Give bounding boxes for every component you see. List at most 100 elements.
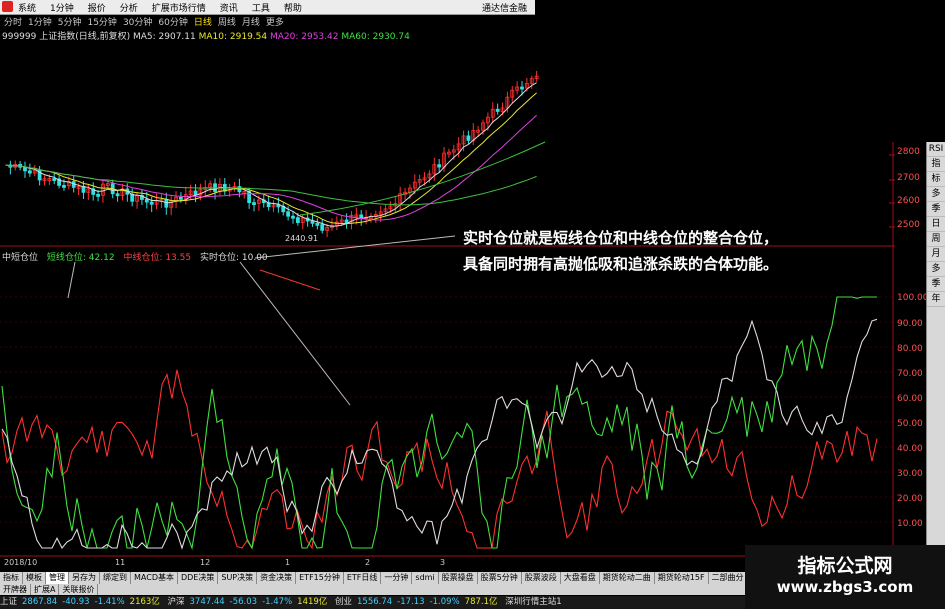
- indicator-tab[interactable]: 股票波段: [522, 572, 561, 584]
- indicator-tab[interactable]: 管理: [46, 572, 69, 584]
- date-label: 11: [115, 558, 126, 567]
- hs-vol: 1419亿: [297, 597, 328, 607]
- indicator-tab[interactable]: 模板: [23, 572, 46, 584]
- secondary-tab[interactable]: 关联报价: [59, 584, 99, 595]
- blank-area: [535, 0, 945, 142]
- moving-average-line: [5, 82, 537, 227]
- candle-body: [96, 194, 100, 197]
- candle-body: [495, 108, 500, 112]
- secondary-tab[interactable]: 扩展A: [31, 584, 60, 595]
- candle-body: [62, 185, 66, 188]
- oscillator-line: [259, 269, 321, 291]
- cy-change: -17.13: [397, 597, 425, 607]
- indicator-tab[interactable]: 期货轮动二曲: [600, 572, 655, 584]
- sub-tick: 40.00: [897, 444, 923, 454]
- indicator-tab[interactable]: 资金决策: [257, 572, 297, 584]
- real-position-label: 实时仓位: 10.00: [199, 253, 268, 263]
- candle-body: [23, 166, 27, 172]
- annotation-arrow: [67, 261, 76, 299]
- hs-change: -56.03: [229, 597, 258, 607]
- sub-tick: 30.00: [897, 469, 923, 479]
- toolbar-btn[interactable]: 指: [927, 157, 945, 172]
- secondary-tab[interactable]: 开牌器: [0, 584, 31, 595]
- sub-indicator-legend: 中短仓位 短线仓位: 42.12 中线仓位: 13.55 实时仓位: 10.00: [2, 250, 274, 263]
- indicator-tab[interactable]: 一分钟: [381, 572, 413, 584]
- indicator-tab[interactable]: 指标: [0, 572, 23, 584]
- candle-body: [291, 215, 295, 219]
- sh-pct: -1.41%: [94, 597, 125, 607]
- indicator-tab[interactable]: 股票操盘: [439, 572, 478, 584]
- candle-body: [466, 135, 471, 141]
- sub-tick: 90.00: [897, 319, 923, 329]
- sub-tick: 50.00: [897, 419, 923, 429]
- toolbar-btn[interactable]: 周: [927, 232, 945, 247]
- indicator-tab[interactable]: ETF15分钟: [296, 572, 344, 584]
- candle-body: [276, 204, 281, 208]
- candle-body: [144, 199, 149, 203]
- date-label: 3: [440, 558, 446, 567]
- toolbar-btn[interactable]: 标: [927, 172, 945, 187]
- indicator-tab[interactable]: 股票5分钟: [478, 572, 522, 584]
- indicator-tab[interactable]: 另存为: [69, 572, 100, 584]
- toolbar-btn[interactable]: 日: [927, 217, 945, 232]
- sh-label: 上证: [0, 597, 18, 607]
- date-label: 2018/10: [4, 558, 38, 567]
- indicator-tab[interactable]: 二部曲分: [709, 572, 748, 584]
- date-label: 1: [285, 558, 291, 567]
- price-tick: 2700: [897, 173, 920, 183]
- oscillator-line: [1, 296, 877, 551]
- toolbar-btn[interactable]: 月: [927, 247, 945, 262]
- cy-value: 1556.74: [357, 597, 393, 607]
- moving-average-line: [5, 114, 537, 221]
- indicator-tab[interactable]: SUP决策: [218, 572, 258, 584]
- indicator-tab[interactable]: sdmi: [412, 572, 439, 584]
- sub-tick: 10.00: [897, 519, 923, 529]
- toolbar-btn[interactable]: 季: [927, 277, 945, 292]
- watermark-url: www.zbgs3.com: [776, 578, 914, 596]
- sub-tick: 70.00: [897, 369, 923, 379]
- watermark-title: 指标公式网: [797, 555, 893, 577]
- server-status: 深圳行情主站1: [505, 597, 562, 607]
- cy-label: 创业: [335, 597, 353, 607]
- indicator-tab[interactable]: ETF日线: [344, 572, 382, 584]
- moving-average-line: [5, 164, 537, 206]
- candle-body: [52, 178, 57, 181]
- sub-title: 中短仓位: [2, 253, 39, 263]
- annotation-line-1: 实时仓位就是短线仓位和中线仓位的整合仓位，: [463, 229, 779, 247]
- indicator-tab[interactable]: 大盘看盘: [561, 572, 600, 584]
- price-tick: 2600: [897, 196, 920, 206]
- right-toolbar: RSI 指 标 多 季 日 周 月 多 季 年: [926, 142, 945, 547]
- indicator-tab[interactable]: DDE决策: [178, 572, 219, 584]
- watermark-box: 指标公式网 www.zbgs3.com: [745, 545, 945, 609]
- indicator-tab[interactable]: 期货轮动15F: [655, 572, 709, 584]
- candle-body: [115, 193, 120, 197]
- toolbar-btn[interactable]: 季: [927, 202, 945, 217]
- indicator-tab[interactable]: MACD基本: [131, 572, 178, 584]
- candle-body: [315, 222, 320, 226]
- toolbar-btn[interactable]: 多: [927, 187, 945, 202]
- indicator-tabs-secondary: 开牌器 扩展A 关联报价: [0, 584, 790, 595]
- price-tick: 2500: [897, 220, 920, 230]
- candle-body: [286, 211, 291, 217]
- annotation-text: 实时仓位就是短线仓位和中线仓位的整合仓位， 具备同时拥有高抛低吸和追涨杀跌的合体…: [463, 225, 778, 277]
- sub-tick: 60.00: [897, 394, 923, 404]
- toolbar-btn-rsi[interactable]: RSI: [927, 142, 945, 157]
- date-label: 2: [365, 558, 371, 567]
- toolbar-btn[interactable]: 年: [927, 292, 945, 307]
- candle-body: [27, 170, 32, 174]
- chart-canvas[interactable]: [0, 0, 945, 609]
- candle-body: [359, 214, 364, 219]
- candle-body: [179, 196, 183, 200]
- sub-tick: 80.00: [897, 344, 923, 354]
- sub-tick: 100.00: [897, 293, 929, 303]
- candle-body: [520, 86, 524, 90]
- hs-label: 沪深: [167, 597, 185, 607]
- low-price-label: 2440.91: [285, 234, 319, 243]
- cy-pct: -1.09%: [429, 597, 460, 607]
- short-position-label: 短线仓位: 42.12: [46, 253, 115, 263]
- candle-body: [320, 224, 325, 231]
- candle-body: [295, 217, 300, 223]
- mid-position-label: 中线仓位: 13.55: [123, 253, 192, 263]
- toolbar-btn[interactable]: 多: [927, 262, 945, 277]
- indicator-tab[interactable]: 绑定到: [100, 572, 131, 584]
